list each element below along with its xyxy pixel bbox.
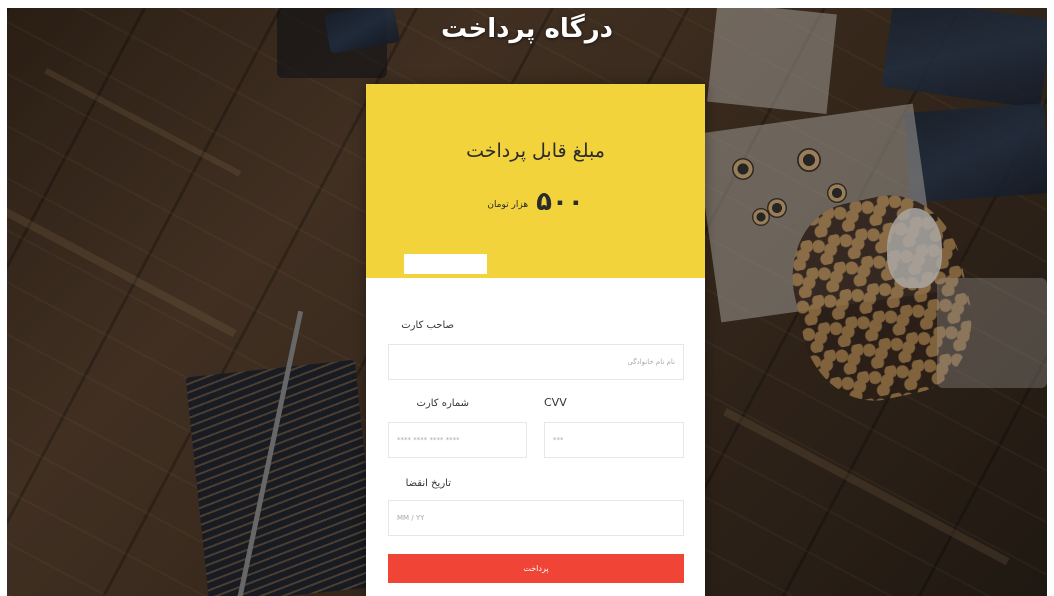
card-number-label: شماره کارت [416,398,469,409]
amount-label: مبلغ قابل پرداخت [466,140,605,162]
card-number-input[interactable] [388,422,527,458]
cvv-label: CVV [544,396,567,409]
amount-row: ۵۰۰ هزار تومان [366,184,705,216]
card-chip-placeholder [404,254,487,274]
page-title: درگاه پرداخت [440,14,614,44]
page-viewport: درگاه پرداخت مبلغ قابل پرداخت ۵۰۰ هزار ت… [7,8,1047,596]
card-holder-input[interactable] [388,344,684,380]
card-header: مبلغ قابل پرداخت ۵۰۰ هزار تومان [366,84,705,278]
pay-button[interactable]: پرداخت [388,554,684,583]
amount-value: ۵۰۰ [536,187,584,217]
cvv-input[interactable] [544,422,684,458]
amount-unit: هزار تومان [487,200,529,210]
expiry-label: تاریخ انقضا [405,478,451,489]
payment-card: مبلغ قابل پرداخت ۵۰۰ هزار تومان صاحب کار… [366,84,705,596]
expiry-input[interactable] [388,500,684,536]
card-holder-label: صاحب کارت [401,320,454,331]
